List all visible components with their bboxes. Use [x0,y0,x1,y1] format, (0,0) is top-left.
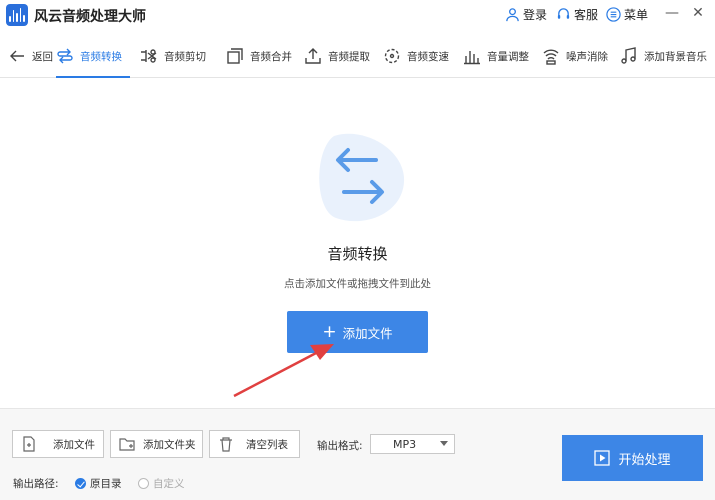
add-file-main-button[interactable]: + 添加文件 [287,311,428,353]
tab-audio-convert[interactable]: 音频转换 [56,34,130,78]
user-icon [506,8,519,22]
clear-list-button[interactable]: 清空列表 [209,430,300,458]
title-bar: 风云音频处理大师 登录 客服 菜单 — ✕ [0,0,715,30]
add-file-label: 添加文件 [53,438,95,451]
path-custom-label: 自定义 [153,478,185,490]
back-button[interactable]: 返回 [8,34,53,78]
function-toolbar: 返回 音频转换 音频剪切 音频合并 音频提取 音频变速 音量调整 噪声消除 添加… [0,34,715,78]
add-file-button[interactable]: 添加文件 [12,430,104,458]
headset-icon [557,8,570,19]
tab-label: 音量调整 [487,50,529,63]
tab-add-bgm[interactable]: 添加背景音乐 [620,34,707,78]
tab-audio-merge[interactable]: 音频合并 [226,34,292,78]
tab-volume-adjust[interactable]: 音量调整 [463,34,529,78]
convert-icon [57,48,73,64]
file-add-icon [23,436,35,452]
merge-icon [227,48,243,64]
minimize-button[interactable]: — [664,5,680,21]
menu-label: 菜单 [624,8,649,22]
upload-icon [305,48,321,64]
noise-icon [543,49,559,65]
speed-icon [384,48,400,64]
chevron-down-icon [440,441,448,446]
tab-audio-speed[interactable]: 音频变速 [383,34,449,78]
tab-audio-cut[interactable]: 音频剪切 [140,34,206,78]
tab-label: 噪声消除 [566,50,608,63]
path-original-radio[interactable]: 原目录 [75,476,122,491]
tab-label: 音频变速 [407,50,449,63]
tab-label: 添加背景音乐 [644,50,707,63]
start-label: 开始处理 [618,452,671,468]
menu-button[interactable]: 菜单 [606,6,648,23]
drop-hint: 点击添加文件或拖拽文件到此处 [284,278,431,290]
service-button[interactable]: 客服 [556,6,598,23]
start-process-button[interactable]: 开始处理 [562,435,703,481]
login-label: 登录 [523,8,548,22]
format-value: MP3 [393,437,417,451]
add-folder-label: 添加文件夹 [143,438,196,451]
convert-hero-icon [319,133,405,222]
add-file-label: 添加文件 [342,325,393,341]
folder-add-icon [119,438,135,451]
volume-bars-icon [464,51,480,65]
path-original-label: 原目录 [90,478,122,490]
service-label: 客服 [574,8,599,22]
check-icon [75,478,86,489]
path-custom-radio[interactable]: 自定义 [138,476,185,491]
tab-audio-extract[interactable]: 音频提取 [304,34,370,78]
trash-icon [220,437,232,452]
tab-label: 音频剪切 [164,50,206,63]
page-title: 音频转换 [327,245,388,263]
music-note-icon [621,47,636,64]
app-title: 风云音频处理大师 [34,9,146,25]
radio-empty-icon [138,478,149,489]
login-button[interactable]: 登录 [505,6,547,23]
tab-noise-removal[interactable]: 噪声消除 [542,34,608,78]
tab-label: 音频合并 [250,50,292,63]
output-format-select[interactable]: MP3 [370,434,455,454]
tab-label: 音频提取 [328,50,370,63]
menu-icon [606,7,621,22]
plus-icon: + [322,321,337,342]
play-icon [594,450,611,466]
back-label: 返回 [32,50,53,63]
close-button[interactable]: ✕ [690,5,706,21]
clear-list-label: 清空列表 [246,438,288,451]
back-arrow-icon [10,50,24,62]
app-logo-icon [6,4,28,26]
output-path-label: 输出路径: [13,478,59,490]
scissors-icon [141,49,157,63]
tab-label: 音频转换 [80,50,122,63]
output-format-label: 输出格式: [317,440,363,452]
add-folder-button[interactable]: 添加文件夹 [110,430,203,458]
